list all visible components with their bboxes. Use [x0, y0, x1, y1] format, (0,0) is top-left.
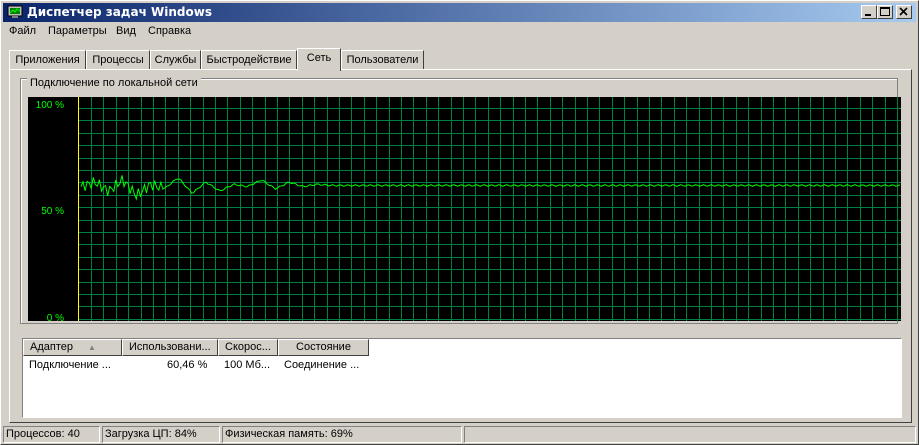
- tab-performance[interactable]: Быстродействие: [201, 50, 297, 70]
- cell-status: Соединение ...: [284, 359, 360, 371]
- minimize-icon: [865, 14, 871, 16]
- column-header-status[interactable]: Состояние: [278, 339, 369, 356]
- y-tick-label-0: 0 %: [47, 313, 64, 321]
- network-tab-panel: Подключение по локальной сети 100 % 50 %…: [9, 69, 912, 423]
- cell-speed: 100 Мб...: [224, 359, 271, 371]
- column-header-adapter[interactable]: Адаптер ▲: [23, 339, 122, 356]
- tab-processes[interactable]: Процессы: [86, 50, 150, 70]
- tab-services[interactable]: Службы: [150, 50, 201, 70]
- cell-adapter: Подключение ...: [29, 359, 111, 371]
- tab-network[interactable]: Сеть: [297, 48, 341, 71]
- status-memory: Физическая память: 69%: [222, 426, 462, 443]
- maximize-icon: [880, 7, 890, 16]
- tab-users[interactable]: Пользователи: [341, 50, 424, 70]
- minimize-button[interactable]: [861, 5, 877, 19]
- close-button[interactable]: [896, 5, 912, 19]
- tab-applications[interactable]: Приложения: [9, 50, 86, 70]
- column-header-usage[interactable]: Использовани...: [122, 339, 218, 356]
- monitor-icon: [7, 5, 23, 18]
- status-empty: [464, 426, 916, 443]
- network-usage-chart: 100 % 50 % 0 %: [36, 97, 901, 321]
- status-cpu: Загрузка ЦП: 84%: [102, 426, 220, 443]
- sort-ascending-icon: ▲: [88, 343, 96, 352]
- cell-usage: 60,46 %: [167, 359, 208, 371]
- column-adapter-label: Адаптер: [30, 341, 73, 353]
- menu-file[interactable]: Файл: [9, 25, 36, 37]
- menu-help[interactable]: Справка: [148, 25, 191, 37]
- menu-view[interactable]: Вид: [116, 25, 136, 37]
- menu-bar: Файл Параметры Вид Справка: [3, 23, 916, 41]
- column-header-speed[interactable]: Скорос...: [218, 339, 278, 356]
- chart-grid: [79, 97, 901, 321]
- y-tick-label-100: 100 %: [36, 100, 64, 111]
- window-title: Диспетчер задач Windows: [27, 5, 212, 19]
- menu-options[interactable]: Параметры: [48, 25, 107, 37]
- close-icon: [899, 7, 908, 16]
- task-manager-window: Диспетчер задач Windows Файл Параметры В…: [0, 0, 919, 445]
- adapter-list[interactable]: Адаптер ▲ Использовани... Скорос... Сост…: [22, 338, 902, 418]
- status-bar: Процессов: 40 Загрузка ЦП: 84% Физическа…: [3, 426, 916, 443]
- list-item[interactable]: Подключение ... 60,46 % 100 Мб... Соедин…: [23, 359, 901, 373]
- maximize-button[interactable]: [877, 5, 893, 19]
- y-tick-label-50: 50 %: [41, 206, 64, 217]
- network-graph: 100 % 50 % 0 %: [28, 97, 901, 321]
- network-group-label: Подключение по локальной сети: [27, 77, 201, 89]
- title-bar[interactable]: Диспетчер задач Windows: [3, 3, 916, 22]
- status-processes: Процессов: 40: [3, 426, 100, 443]
- adapter-list-header: Адаптер ▲ Использовани... Скорос... Сост…: [23, 339, 901, 356]
